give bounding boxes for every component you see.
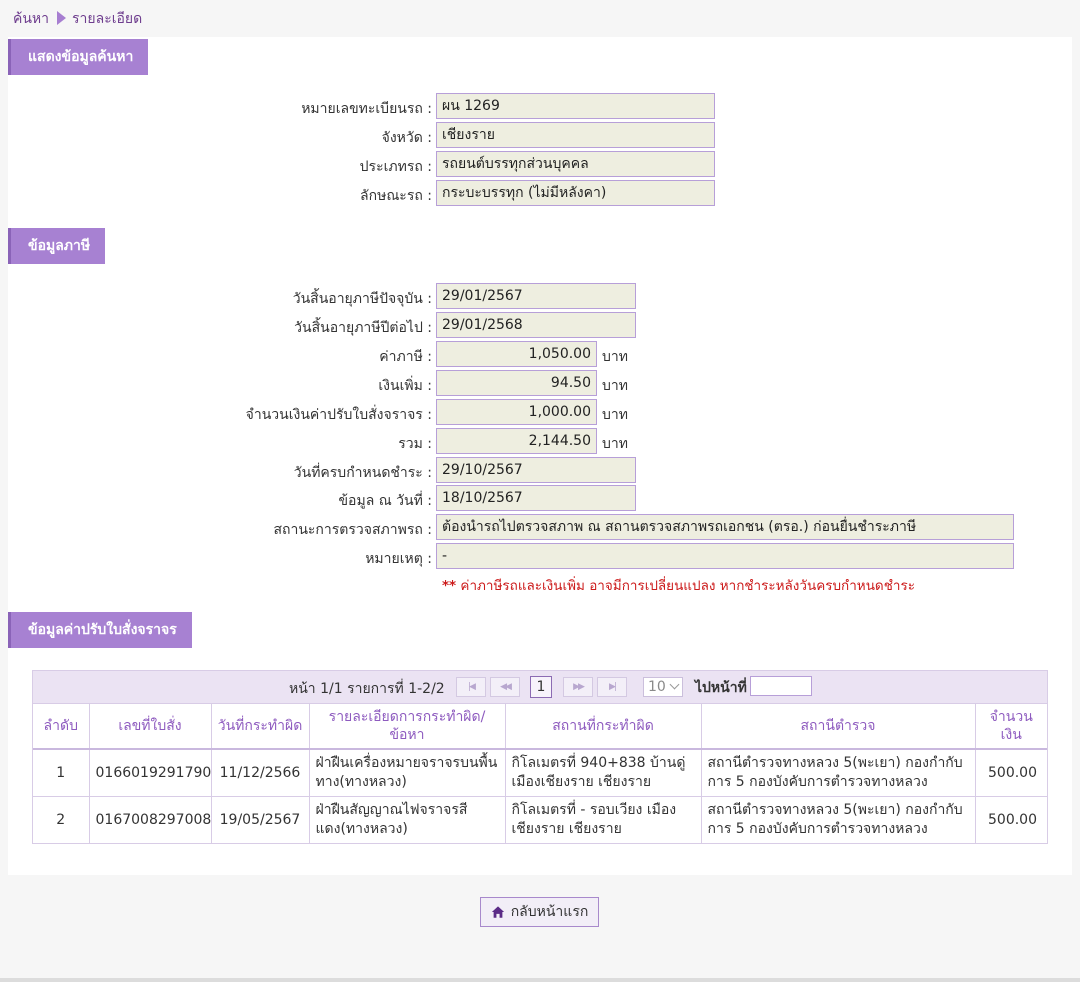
cell-location: กิโลเมตรที่ - รอบเวียง เมืองเชียงราย เชี… xyxy=(505,796,702,843)
vehicle-style-row: ลักษณะรถ : กระบะบรรทุก (ไม่มีหลังคา) xyxy=(0,180,1080,206)
fine-row: จำนวนเงินค่าปรับใบสั่งจราจร : 1,000.00 บ… xyxy=(0,399,1080,425)
col-header-seq[interactable]: ลำดับ xyxy=(33,704,90,750)
col-header-date[interactable]: วันที่กระทำผิด xyxy=(211,704,310,750)
fine-section-header: ข้อมูลค่าปรับใบสั่งจราจร xyxy=(8,612,192,648)
expire-current-label: วันสิ้นอายุภาษีปัจจุบัน : xyxy=(292,291,432,307)
remark-field: - xyxy=(436,543,1014,569)
expire-next-field: 29/01/2568 xyxy=(436,312,636,338)
next-page-icon[interactable]: ▶▶ xyxy=(563,677,593,697)
home-icon xyxy=(491,906,504,918)
cell-detail: ฝ่าฝืนสัญญาณไฟจราจรสีแดง(ทางหลวง) xyxy=(309,796,506,843)
search-section-header: แสดงข้อมูลค้นหา xyxy=(8,39,149,75)
col-header-detail[interactable]: รายละเอียดการกระทำผิด/ข้อหา xyxy=(309,704,506,750)
cell-amount: 500.00 xyxy=(975,749,1047,797)
tax-label: ค่าภาษี : xyxy=(379,349,432,365)
cell-station: สถานีตำรวจทางหลวง 5(พะเยา) กองกำกับการ 5… xyxy=(701,749,976,797)
vehicle-type-field: รถยนต์บรรทุกส่วนบุคคล xyxy=(436,151,715,177)
page-size-select[interactable]: 10 xyxy=(643,677,683,697)
fine-label: จำนวนเงินค่าปรับใบสั่งจราจร : xyxy=(245,407,432,423)
province-field: เชียงราย xyxy=(436,122,715,148)
inspection-field: ต้องนำรถไปตรวจสภาพ ณ สถานตรวจสภาพรถเอกชน… xyxy=(436,514,1014,540)
table-header-row: ลำดับ เลขที่ใบสั่ง วันที่กระทำผิด รายละเ… xyxy=(33,704,1047,750)
total-field: 2,144.50 xyxy=(436,428,597,454)
goto-page-input[interactable] xyxy=(750,676,812,696)
surcharge-label: เงินเพิ่ม : xyxy=(378,378,432,394)
tax-warning-note: ** ค่าภาษีรถและเงินเพิ่ม อาจมีการเปลี่ยน… xyxy=(442,574,915,596)
col-header-amount[interactable]: จำนวนเงิน xyxy=(975,704,1047,750)
inspection-row: สถานะการตรวจสภาพรถ : ต้องนำรถไปตรวจสภาพ … xyxy=(0,514,1080,540)
vehicle-type-row: ประเภทรถ : รถยนต์บรรทุกส่วนบุคคล xyxy=(0,151,1080,177)
inspection-label: สถานะการตรวจสภาพรถ : xyxy=(273,522,432,538)
cell-amount: 500.00 xyxy=(988,811,1037,828)
remark-row: หมายเหตุ : - xyxy=(0,543,1080,569)
table-row[interactable]: 1 0166019291790 11/12/2566 ฝ่าฝืนเครื่อง… xyxy=(33,749,1047,797)
page-size-value: 10 xyxy=(648,679,666,695)
tax-row: ค่าภาษี : 1,050.00 บาท xyxy=(0,341,1080,367)
back-home-button[interactable]: กลับหน้าแรก xyxy=(480,897,599,927)
as-of-field: 18/10/2567 xyxy=(436,485,636,511)
due-date-label: วันที่ครบกำหนดชำระ : xyxy=(293,465,432,481)
plate-row: หมายเลขทะเบียนรถ : ผน 1269 xyxy=(0,93,1080,119)
cell-ticket: 0167008297008 xyxy=(89,796,212,843)
first-page-icon[interactable]: |◀ xyxy=(456,677,486,697)
as-of-label: ข้อมูล ณ วันที่ : xyxy=(338,493,432,509)
back-home-label: กลับหน้าแรก xyxy=(510,904,589,920)
prev-page-icon[interactable]: ◀◀ xyxy=(490,677,520,697)
col-header-location[interactable]: สถานที่กระทำผิด xyxy=(505,704,702,750)
chevron-down-icon xyxy=(669,679,680,690)
tax-warning-text: ค่าภาษีรถและเงินเพิ่ม อาจมีการเปลี่ยนแปล… xyxy=(460,578,915,594)
last-page-icon[interactable]: ▶| xyxy=(597,677,627,697)
expire-next-label: วันสิ้นอายุภาษีปีต่อไป : xyxy=(294,320,432,336)
pager-info: หน้า 1/1 รายการที่ 1-2/2 xyxy=(289,681,445,697)
tax-field: 1,050.00 xyxy=(436,341,597,367)
breadcrumb: ค้นหา รายละเอียด xyxy=(13,8,142,30)
table-row[interactable]: 2 0167008297008 19/05/2567 ฝ่าฝืนสัญญาณไ… xyxy=(33,796,1047,843)
tax-section-header: ข้อมูลภาษี xyxy=(8,228,106,264)
province-label: จังหวัด : xyxy=(381,130,432,146)
fine-unit: บาท xyxy=(602,407,628,423)
col-header-station[interactable]: สถานีตำรวจ xyxy=(701,704,976,750)
due-date-row: วันที่ครบกำหนดชำระ : 29/10/2567 xyxy=(0,457,1080,483)
total-row: รวม : 2,144.50 บาท xyxy=(0,428,1080,454)
total-unit: บาท xyxy=(602,436,628,452)
breadcrumb-arrow-icon xyxy=(57,11,67,25)
surcharge-unit: บาท xyxy=(602,378,628,394)
breadcrumb-current: รายละเอียด xyxy=(72,11,143,27)
surcharge-row: เงินเพิ่ม : 94.50 บาท xyxy=(0,370,1080,396)
plate-label: หมายเลขทะเบียนรถ : xyxy=(301,101,432,117)
expire-current-row: วันสิ้นอายุภาษีปัจจุบัน : 29/01/2567 xyxy=(0,283,1080,309)
vehicle-style-label: ลักษณะรถ : xyxy=(360,188,432,204)
footer-divider xyxy=(0,978,1080,982)
as-of-row: ข้อมูล ณ วันที่ : 18/10/2567 xyxy=(0,485,1080,511)
cell-date: 11/12/2566 xyxy=(211,749,310,797)
cell-location: กิโลเมตรที่ 940+838 บ้านดู่ เมืองเชียงรา… xyxy=(505,749,702,797)
total-label: รวม : xyxy=(398,436,432,452)
fines-table: ลำดับ เลขที่ใบสั่ง วันที่กระทำผิด รายละเ… xyxy=(33,704,1047,843)
pager-bar: หน้า 1/1 รายการที่ 1-2/2 |◀ ◀◀ 1 ▶▶ ▶| 1… xyxy=(33,671,1047,704)
expire-current-field: 29/01/2567 xyxy=(436,283,636,309)
vehicle-type-label: ประเภทรถ : xyxy=(359,159,432,175)
current-page-button[interactable]: 1 xyxy=(530,676,552,698)
goto-page-label: ไปหน้าที่ xyxy=(695,680,747,696)
due-date-field: 29/10/2567 xyxy=(436,457,636,483)
fines-grid: หน้า 1/1 รายการที่ 1-2/2 |◀ ◀◀ 1 ▶▶ ▶| 1… xyxy=(32,670,1048,844)
tax-unit: บาท xyxy=(602,349,628,365)
surcharge-field: 94.50 xyxy=(436,370,597,396)
cell-seq: 2 xyxy=(33,796,90,843)
vehicle-style-field: กระบะบรรทุก (ไม่มีหลังคา) xyxy=(436,180,715,206)
cell-detail: ฝ่าฝืนเครื่องหมายจราจรบนพื้นทาง(ทางหลวง) xyxy=(309,749,506,797)
cell-station: สถานีตำรวจทางหลวง 5(พะเยา) กองกำกับการ 5… xyxy=(701,796,976,843)
remark-label: หมายเหตุ : xyxy=(365,551,432,567)
expire-next-row: วันสิ้นอายุภาษีปีต่อไป : 29/01/2568 xyxy=(0,312,1080,338)
cell-date: 19/05/2567 xyxy=(211,796,310,843)
col-header-ticket[interactable]: เลขที่ใบสั่ง xyxy=(89,704,212,750)
cell-ticket: 0166019291790 xyxy=(89,749,212,797)
tax-warning-prefix: ** xyxy=(442,578,457,594)
fine-field: 1,000.00 xyxy=(436,399,597,425)
cell-seq: 1 xyxy=(33,749,90,797)
province-row: จังหวัด : เชียงราย xyxy=(0,122,1080,148)
breadcrumb-search-link[interactable]: ค้นหา xyxy=(13,8,49,30)
plate-field: ผน 1269 xyxy=(436,93,715,119)
